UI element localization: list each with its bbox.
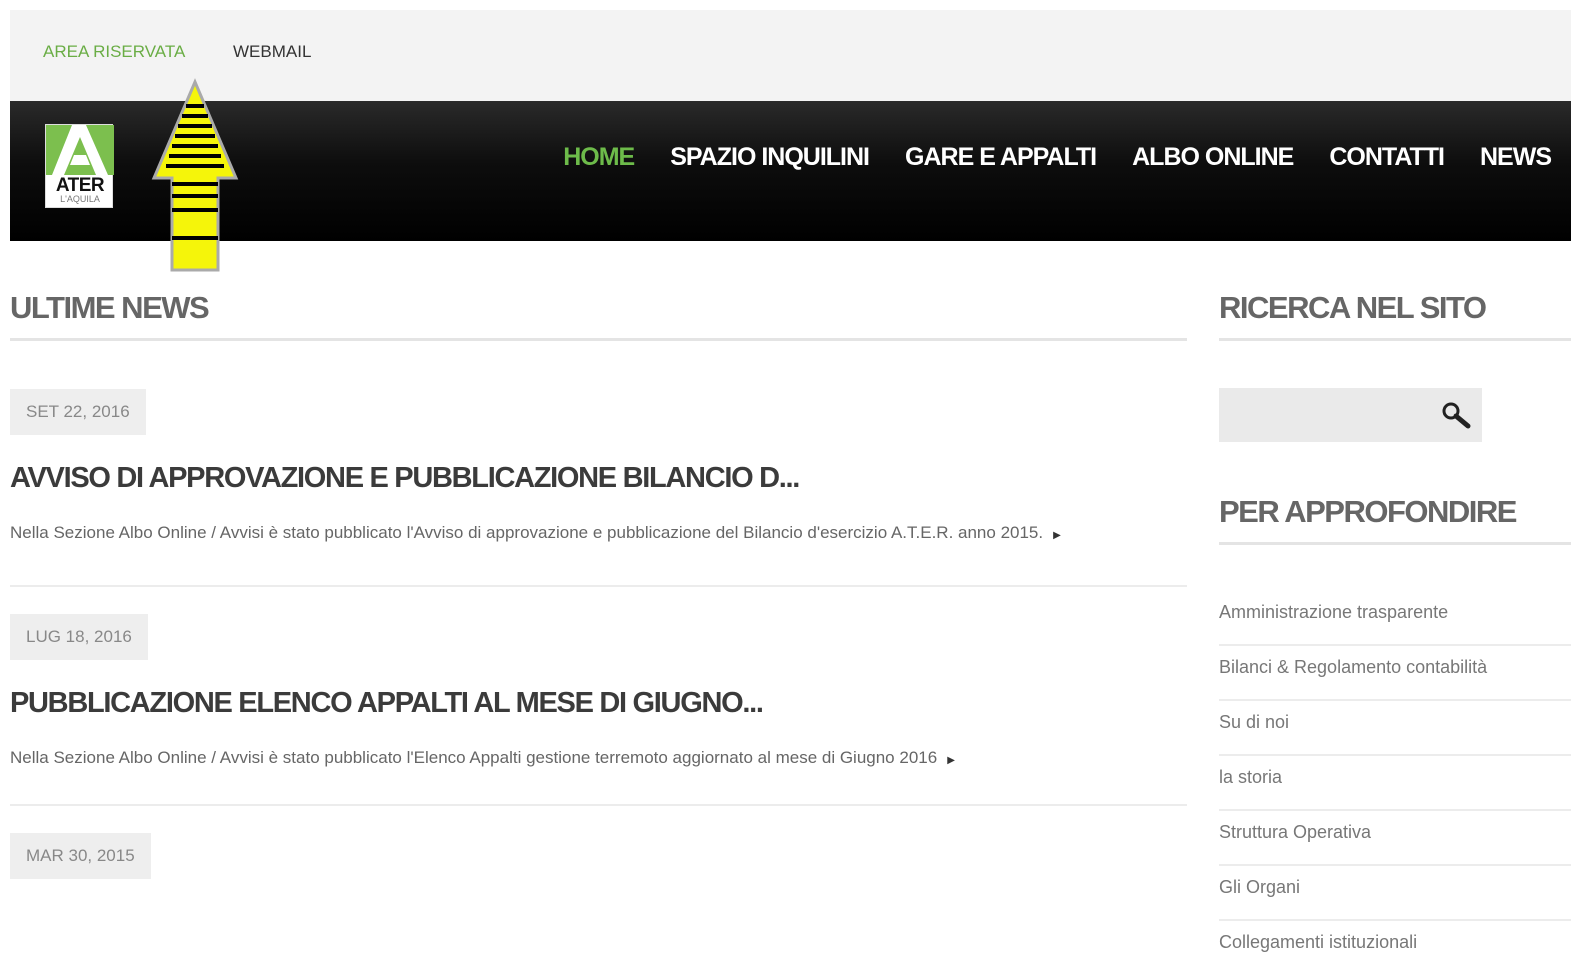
nav-news[interactable]: NEWS <box>1480 143 1552 172</box>
sidebar-link-su-di-noi[interactable]: Su di noi <box>1219 701 1571 756</box>
news-item: LUG 18, 2016 PUBBLICAZIONE ELENCO APPALT… <box>10 587 1187 806</box>
news-date: MAR 30, 2015 <box>10 833 151 879</box>
links-section-title: PER APPROFONDIRE <box>1219 494 1571 545</box>
related-links-list: Amministrazione trasparente Bilanci & Re… <box>1219 591 1571 971</box>
news-item: MAR 30, 2015 <box>10 806 1187 879</box>
logo-subtext: L'AQUILA <box>60 194 100 204</box>
sidebar-link-la-storia[interactable]: la storia <box>1219 756 1571 811</box>
main-navbar: ATER L'AQUILA HOME SPAZIO INQUILINI GARE… <box>10 101 1571 241</box>
news-title-link[interactable]: AVVISO DI APPROVAZIONE E PUBBLICAZIONE B… <box>10 462 1187 495</box>
sidebar-link-gli-organi[interactable]: Gli Organi <box>1219 866 1571 921</box>
read-more-icon[interactable]: ▶ <box>947 745 955 776</box>
news-date: LUG 18, 2016 <box>10 614 148 660</box>
sidebar-link-collegamenti[interactable]: Collegamenti istituzionali <box>1219 921 1571 971</box>
sidebar-link-bilanci[interactable]: Bilanci & Regolamento contabilità <box>1219 646 1571 701</box>
news-excerpt-text: Nella Sezione Albo Online / Avvisi è sta… <box>10 523 1044 542</box>
search-icon[interactable] <box>1440 400 1472 430</box>
latest-news-title: ULTIME NEWS <box>10 290 1187 341</box>
news-excerpt: Nella Sezione Albo Online / Avvisi è sta… <box>10 517 1187 551</box>
news-item: SET 22, 2016 AVVISO DI APPROVAZIONE E PU… <box>10 341 1187 587</box>
latest-news-section: ULTIME NEWS SET 22, 2016 AVVISO DI APPRO… <box>10 290 1187 879</box>
nav-gare-e-appalti[interactable]: GARE E APPALTI <box>905 143 1097 172</box>
top-utility-bar: AREA RISERVATA WEBMAIL <box>10 10 1571 101</box>
yellow-up-arrow-icon <box>151 78 239 272</box>
read-more-icon[interactable]: ▶ <box>1053 520 1061 551</box>
news-title-link[interactable]: PUBBLICAZIONE ELENCO APPALTI AL MESE DI … <box>10 687 1187 720</box>
main-menu: HOME SPAZIO INQUILINI GARE E APPALTI ALB… <box>563 143 1552 172</box>
search-box <box>1219 388 1482 442</box>
nav-home[interactable]: HOME <box>563 143 635 172</box>
nav-contatti[interactable]: CONTATTI <box>1329 143 1445 172</box>
nav-albo-online[interactable]: ALBO ONLINE <box>1132 143 1294 172</box>
nav-spazio-inquilini[interactable]: SPAZIO INQUILINI <box>670 143 870 172</box>
logo-mark-icon <box>46 125 114 175</box>
webmail-link[interactable]: WEBMAIL <box>233 42 311 62</box>
sidebar-link-struttura-operativa[interactable]: Struttura Operativa <box>1219 811 1571 866</box>
sidebar-link-amministrazione-trasparente[interactable]: Amministrazione trasparente <box>1219 591 1571 646</box>
sidebar: RICERCA NEL SITO PER APPROFONDIRE Ammini… <box>1219 290 1571 971</box>
search-section-title: RICERCA NEL SITO <box>1219 290 1571 341</box>
ater-logo[interactable]: ATER L'AQUILA <box>45 124 114 208</box>
news-date: SET 22, 2016 <box>10 389 146 435</box>
area-riservata-link[interactable]: AREA RISERVATA <box>43 42 185 62</box>
search-input[interactable] <box>1219 388 1429 442</box>
news-excerpt: Nella Sezione Albo Online / Avvisi è sta… <box>10 742 1187 776</box>
news-excerpt-text: Nella Sezione Albo Online / Avvisi è sta… <box>10 748 938 767</box>
